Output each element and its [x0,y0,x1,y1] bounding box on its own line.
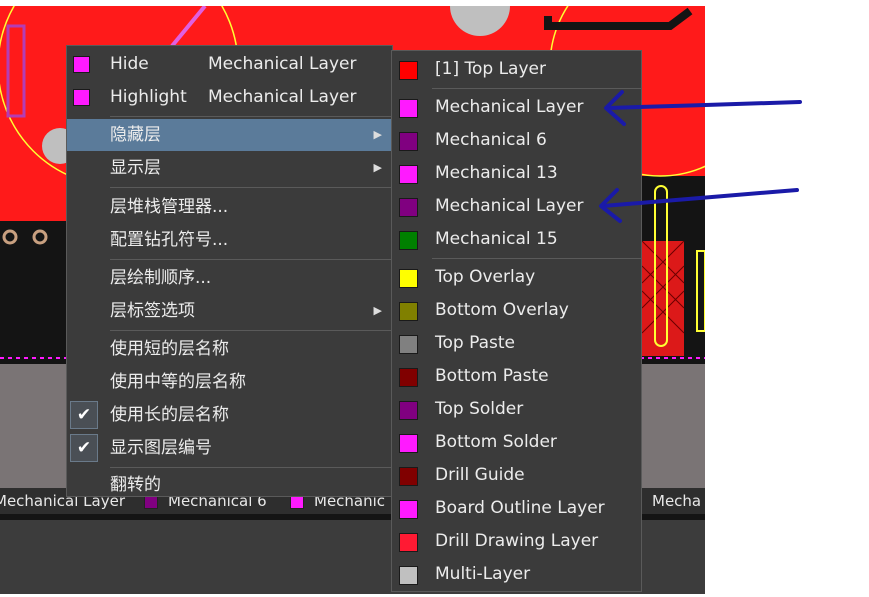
annotation-arrow-icon [604,90,802,126]
annotation-arrows [599,90,802,223]
annotation-arrow-icon [599,188,799,223]
